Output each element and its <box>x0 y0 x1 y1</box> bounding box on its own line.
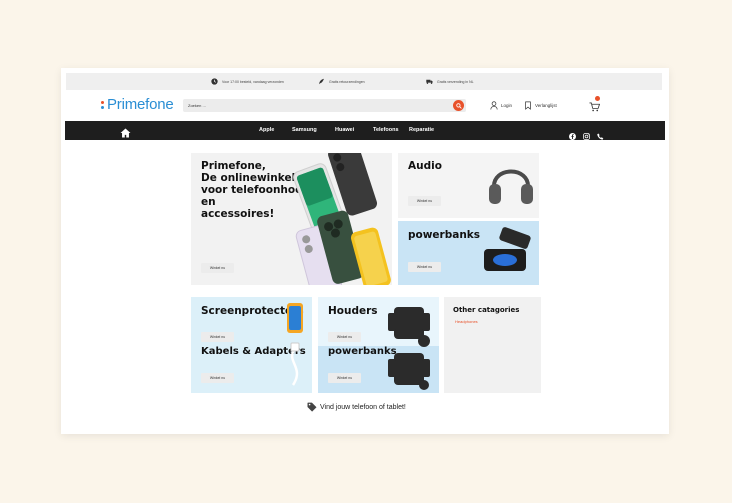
phones-image <box>293 153 391 285</box>
other-categories-title: Other catagories <box>453 306 520 314</box>
instagram-link[interactable] <box>583 127 590 145</box>
info-text: Gratis retourzendingen <box>329 79 365 84</box>
user-icon <box>490 101 498 110</box>
wishlist-label: Verlanglijst <box>535 103 557 108</box>
site-logo[interactable]: Primefone <box>101 96 174 113</box>
home-link[interactable] <box>120 125 131 143</box>
login-label: Login <box>501 103 513 108</box>
powerbanks-title: powerbanks <box>408 229 481 241</box>
home-icon <box>120 128 131 138</box>
logo-dots-icon <box>101 100 104 109</box>
instagram-icon <box>583 133 590 140</box>
info-item-returns: Gratis retourzendingen <box>318 78 365 85</box>
search-icon <box>455 102 462 109</box>
main-nav: Apple Samsung Huawei Telefoons Reparatie <box>65 121 665 140</box>
clock-icon <box>211 78 218 85</box>
powerbanks-bottom-shop-button[interactable]: Winkel nu <box>328 373 361 383</box>
find-device-link[interactable]: Vind jouw telefoon of tablet! <box>307 402 406 412</box>
powerbank-image <box>484 227 531 271</box>
phone-icon <box>597 133 604 140</box>
cable-image <box>287 303 303 386</box>
powerbanks-shop-button[interactable]: Winkel nu <box>408 262 441 272</box>
search-button[interactable] <box>453 100 464 111</box>
info-item-shipping-time: Voor 17:00 besteld, vandaag verzonden <box>211 78 284 85</box>
nav-item-reparatie[interactable]: Reparatie <box>409 127 434 133</box>
browser-page: Voor 17:00 besteld, vandaag verzonden Gr… <box>61 68 669 434</box>
category-link-headphones[interactable]: Headphones <box>455 319 478 324</box>
wishlist-link[interactable]: Verlanglijst <box>524 101 557 110</box>
info-text: Voor 17:00 besteld, vandaag verzonden <box>222 79 284 84</box>
nav-item-apple[interactable]: Apple <box>259 127 274 133</box>
login-link[interactable]: Login <box>490 101 512 110</box>
nav-item-telefoons[interactable]: Telefoons <box>373 127 399 133</box>
audio-title: Audio <box>408 160 442 172</box>
kabels-shop-button[interactable]: Winkel nu <box>201 373 234 383</box>
headphones-image <box>489 169 533 204</box>
houders-shop-button[interactable]: Winkel nu <box>328 332 361 342</box>
hero-shop-button[interactable]: Winkel nu <box>201 263 234 273</box>
other-categories-tile: Other catagories Headphones <box>444 297 541 393</box>
site-header: Primefone Zoeken ... Login Verlanglijst <box>61 92 669 120</box>
cart-badge <box>595 96 600 101</box>
info-bar: Voor 17:00 besteld, vandaag verzonden Gr… <box>66 73 662 90</box>
nav-item-huawei[interactable]: Huawei <box>335 127 354 133</box>
find-device-label: Vind jouw telefoon of tablet! <box>320 403 406 411</box>
nav-item-samsung[interactable]: Samsung <box>292 127 317 133</box>
bookmark-icon <box>525 101 531 110</box>
screenprotectors-shop-button[interactable]: Winkel nu <box>201 332 234 342</box>
houders-title: Houders <box>328 305 378 317</box>
facebook-icon <box>569 133 576 140</box>
audio-tile[interactable]: Audio Winkel nu <box>398 153 539 218</box>
logo-text: Primefone <box>107 96 174 113</box>
cart-icon <box>589 102 601 112</box>
info-item-delivery: Gratis verzending in NL <box>426 78 474 85</box>
facebook-link[interactable] <box>569 127 576 145</box>
phone-link[interactable] <box>597 127 604 145</box>
search-input[interactable]: Zoeken ... <box>183 99 466 112</box>
feather-icon <box>319 78 324 85</box>
phone-holder-image <box>388 307 430 390</box>
tag-icon <box>307 402 317 412</box>
audio-shop-button[interactable]: Winkel nu <box>408 196 441 206</box>
hero-tile[interactable]: Primefone, De onlinewinkel voor telefoon… <box>191 153 392 285</box>
cart-button[interactable] <box>589 96 601 117</box>
houders-tile[interactable]: Houders Winkel nu powerbanks Winkel nu <box>318 297 439 393</box>
truck-icon <box>426 79 433 84</box>
info-text: Gratis verzending in NL <box>437 79 474 84</box>
screenprotectors-tile[interactable]: Screenprotectors Winkel nu Kabels & Adap… <box>191 297 312 393</box>
powerbanks-tile[interactable]: powerbanks Winkel nu <box>398 221 539 285</box>
